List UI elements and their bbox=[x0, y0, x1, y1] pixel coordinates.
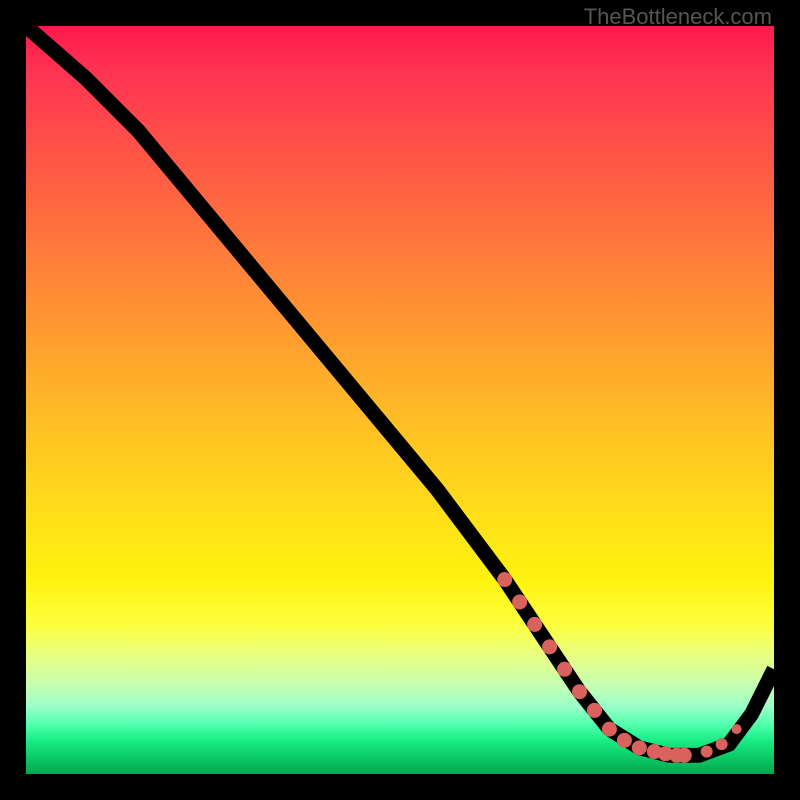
chart-marker bbox=[542, 639, 557, 654]
chart-marker bbox=[701, 746, 713, 758]
chart-marker bbox=[557, 662, 572, 677]
chart-marker bbox=[632, 740, 647, 755]
chart-marker bbox=[512, 594, 527, 609]
watermark-text: TheBottleneck.com bbox=[584, 4, 772, 30]
chart-marker bbox=[602, 722, 617, 737]
chart-overlay bbox=[26, 26, 774, 774]
chart-marker bbox=[527, 617, 542, 632]
chart-marker bbox=[677, 748, 692, 763]
chart-marker bbox=[572, 684, 587, 699]
chart-plot-area bbox=[26, 26, 774, 774]
chart-marker bbox=[732, 724, 742, 734]
chart-marker bbox=[617, 733, 632, 748]
chart-marker bbox=[497, 572, 512, 587]
chart-marker bbox=[587, 703, 602, 718]
chart-curve bbox=[26, 26, 774, 755]
chart-marker bbox=[716, 738, 728, 750]
